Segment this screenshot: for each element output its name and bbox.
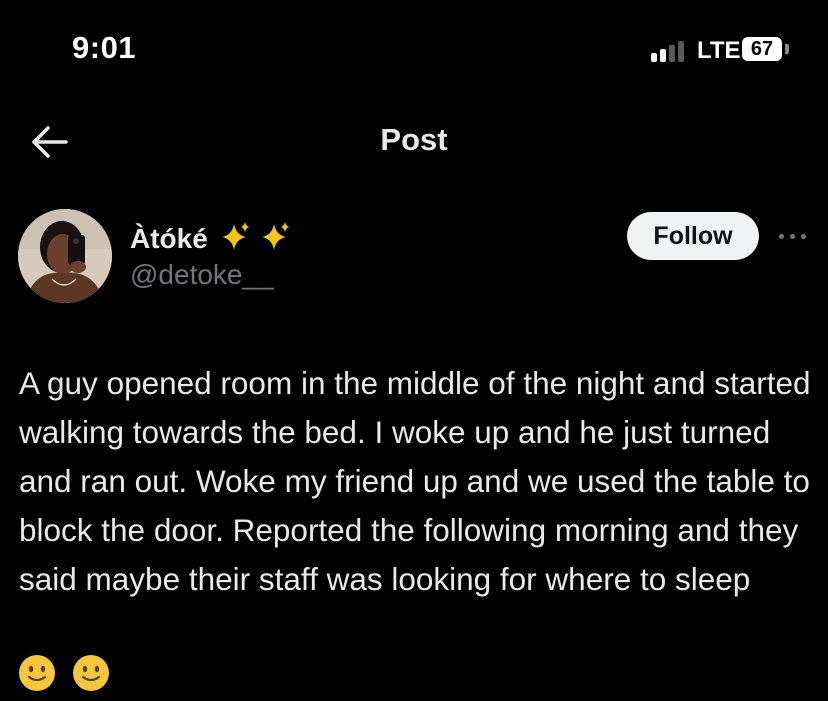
slightly-smiling-face-icon	[19, 655, 55, 691]
signal-strength-icon	[651, 40, 691, 62]
post-text: A guy opened room in the middle of the n…	[19, 365, 811, 597]
follow-button[interactable]: Follow	[627, 212, 759, 260]
more-options-button[interactable]	[775, 222, 811, 252]
page-title: Post	[380, 122, 448, 157]
author-handle[interactable]: @detoke__	[130, 259, 274, 291]
battery-icon: 67	[742, 37, 782, 61]
status-time: 9:01	[72, 30, 137, 65]
post-detail: Àtóké @detoke__ Follow A guy opened room…	[0, 184, 828, 701]
author-display-name[interactable]: Àtóké	[130, 220, 296, 255]
slightly-smiling-face-icon	[73, 655, 110, 691]
ellipsis-icon	[779, 234, 784, 239]
status-bar: 9:01 LTE 67	[0, 0, 828, 100]
avatar-photo	[18, 209, 112, 303]
author-name-text: Àtóké	[130, 223, 208, 254]
post-header: Post	[0, 100, 828, 184]
sparkles-icon	[221, 222, 289, 250]
battery-tip	[785, 44, 789, 54]
post-emojis	[18, 654, 122, 694]
network-type: LTE	[697, 37, 741, 64]
avatar[interactable]	[18, 209, 112, 303]
battery-level: 67	[750, 38, 774, 60]
